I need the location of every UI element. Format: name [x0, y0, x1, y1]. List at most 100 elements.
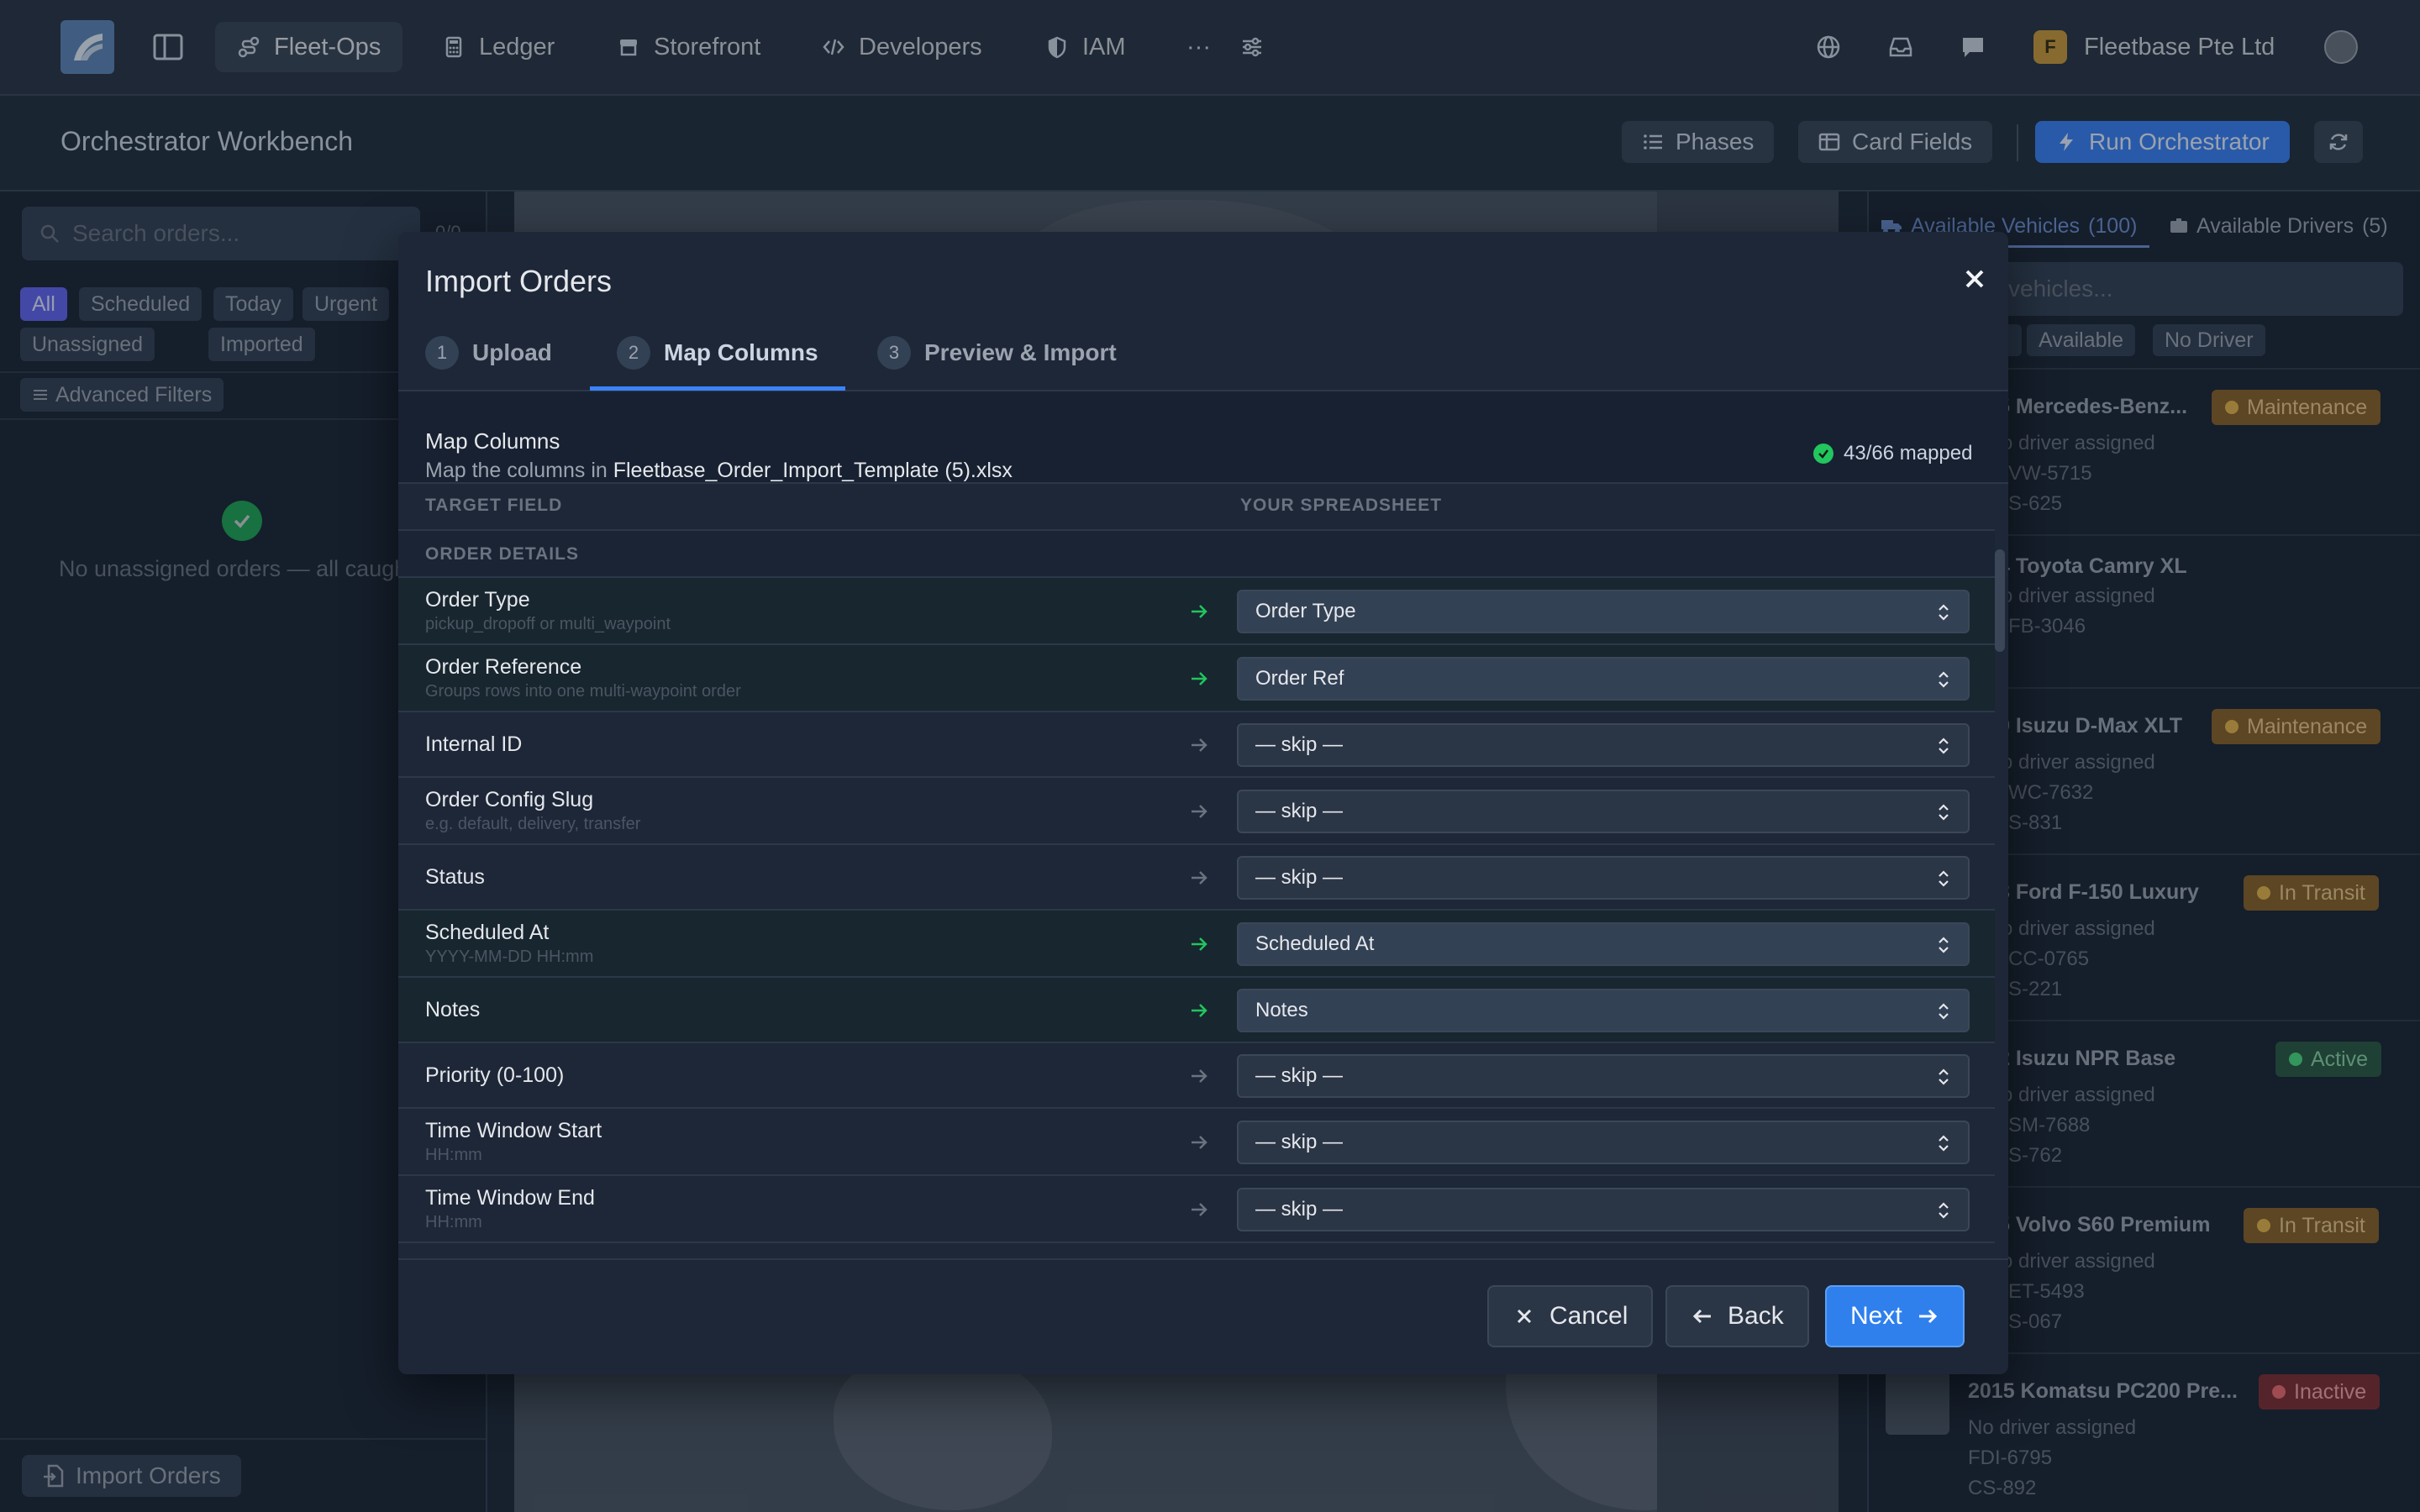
mapping-row: Order Reference Groups rows into one mult…: [398, 645, 1995, 712]
next-label: Next: [1850, 1302, 1902, 1330]
col-target-field: TARGET FIELD: [425, 496, 563, 515]
step-label: Map Columns: [664, 339, 818, 365]
select-value: — skip —: [1255, 733, 1344, 756]
select-value: Order Type: [1255, 600, 1356, 622]
arrow-left-icon: [1692, 1309, 1711, 1324]
target-field-hint: HH:mm: [425, 1213, 482, 1231]
col-your-spreadsheet: YOUR SPREADSHEET: [1240, 496, 1443, 515]
spreadsheet-column-select[interactable]: — skip —: [1237, 790, 1970, 833]
mapping-row: Status — skip —: [398, 845, 1995, 911]
select-value: — skip —: [1255, 866, 1344, 889]
select-value: — skip —: [1255, 1198, 1344, 1221]
chevron-updown-icon: [1939, 804, 1949, 821]
section-label: ORDER DETAILS: [425, 544, 579, 564]
active-step-underline: [590, 386, 845, 391]
mapping-row: Order Type pickup_dropoff or multi_waypoi…: [398, 578, 1995, 645]
close-icon[interactable]: [1961, 265, 1988, 292]
arrow-right-icon: [1192, 1004, 1207, 1017]
spreadsheet-column-select[interactable]: — skip —: [1237, 1188, 1970, 1231]
arrow-right-icon: [1192, 871, 1207, 885]
step-map-columns[interactable]: 2 Map Columns: [617, 316, 818, 390]
target-field-name: Order Reference: [425, 655, 582, 679]
file-name: Fleetbase_Order_Import_Template (5).xlsx: [613, 459, 1013, 482]
arrow-right-icon: [1192, 672, 1207, 685]
step-label: Preview & Import: [924, 339, 1117, 365]
select-value: — skip —: [1255, 1064, 1344, 1087]
step-preview-import[interactable]: 3 Preview & Import: [877, 316, 1117, 390]
modal-title: Import Orders: [425, 264, 613, 298]
cancel-button[interactable]: Cancel: [1487, 1285, 1654, 1347]
close-icon: [1517, 1309, 1532, 1324]
mapping-row: Priority (0-100) — skip —: [398, 1043, 1995, 1109]
arrow-right-icon: [1192, 1069, 1207, 1083]
step-upload[interactable]: 1 Upload: [425, 316, 552, 390]
chevron-updown-icon: [1939, 1202, 1949, 1219]
scrollbar[interactable]: [1995, 549, 2005, 652]
spreadsheet-column-select[interactable]: — skip —: [1237, 723, 1970, 767]
target-field-name: Internal ID: [425, 732, 523, 756]
target-field-name: Time Window End: [425, 1186, 595, 1210]
select-value: — skip —: [1255, 800, 1344, 822]
chevron-updown-icon: [1939, 671, 1949, 688]
step-number: 3: [877, 336, 911, 370]
target-field-name: Status: [425, 865, 485, 889]
chevron-updown-icon: [1939, 937, 1949, 953]
stepper: 1 Upload 2 Map Columns 3 Preview & Impor…: [398, 316, 2008, 391]
arrow-right-icon: [1192, 605, 1207, 618]
arrow-right-icon: [1192, 805, 1207, 818]
chevron-updown-icon: [1939, 1135, 1949, 1152]
target-field-hint: pickup_dropoff or multi_waypoint: [425, 615, 671, 633]
mapped-count: 43/66 mapped: [1813, 442, 1972, 465]
map-columns-subtitle: Map the columns in Fleetbase_Order_Impor…: [425, 459, 1013, 483]
target-field-name: Notes: [425, 998, 481, 1021]
mapping-row: Notes Notes: [398, 978, 1995, 1043]
back-button[interactable]: Back: [1665, 1285, 1809, 1347]
arrow-right-icon: [1192, 738, 1207, 752]
section-order-details: ORDER DETAILS: [398, 531, 1995, 578]
next-button[interactable]: Next: [1825, 1285, 1965, 1347]
step-number: 2: [617, 336, 650, 370]
target-field-hint: YYYY-MM-DD HH:mm: [425, 948, 594, 966]
mapping-row: Time Window Start HH:mm — skip —: [398, 1109, 1995, 1176]
spreadsheet-column-select[interactable]: Order Type: [1237, 590, 1970, 633]
spreadsheet-column-select[interactable]: — skip —: [1237, 1121, 1970, 1164]
chevron-updown-icon: [1939, 1068, 1949, 1085]
import-orders-modal: Import Orders 1 Upload 2 Map Columns 3 P…: [398, 232, 2008, 1374]
target-field-name: Time Window Start: [425, 1119, 602, 1142]
check-circle-icon: [1813, 444, 1833, 464]
chevron-updown-icon: [1939, 604, 1949, 621]
chevron-updown-icon: [1939, 1003, 1949, 1020]
select-value: Order Ref: [1255, 667, 1344, 690]
mapping-row: Internal ID — skip —: [398, 712, 1995, 778]
target-field-hint: HH:mm: [425, 1146, 482, 1164]
arrow-right-icon: [1192, 1203, 1207, 1216]
subtitle-prefix: Map the columns in: [425, 459, 608, 482]
mapping-row: Time Window End HH:mm — skip —: [398, 1176, 1995, 1243]
target-field-name: Order Config Slug: [425, 788, 594, 811]
target-field-name: Priority (0-100): [425, 1063, 565, 1087]
target-field-name: Scheduled At: [425, 921, 550, 944]
select-value: Scheduled At: [1255, 932, 1375, 955]
select-value: — skip —: [1255, 1131, 1344, 1153]
back-label: Back: [1728, 1302, 1784, 1330]
chevron-updown-icon: [1939, 738, 1949, 754]
mapped-count-label: 43/66 mapped: [1844, 442, 1973, 465]
mapping-row: Scheduled At YYYY-MM-DD HH:mm Scheduled At: [398, 911, 1995, 978]
arrow-right-icon: [1192, 1136, 1207, 1149]
mapping-row: Order Config Slug e.g. default, delivery,…: [398, 778, 1995, 845]
arrow-right-icon: [1918, 1309, 1937, 1324]
arrow-right-icon: [1192, 937, 1207, 951]
select-value: Notes: [1255, 999, 1308, 1021]
spreadsheet-column-select[interactable]: Notes: [1237, 989, 1970, 1032]
spreadsheet-column-select[interactable]: — skip —: [1237, 1054, 1970, 1098]
target-field-hint: e.g. default, delivery, transfer: [425, 815, 641, 833]
target-field-hint: Groups rows into one multi-waypoint orde…: [425, 682, 741, 701]
cancel-label: Cancel: [1549, 1302, 1628, 1330]
map-columns-title: Map Columns: [425, 428, 560, 454]
chevron-updown-icon: [1939, 870, 1949, 887]
spreadsheet-column-select[interactable]: — skip —: [1237, 856, 1970, 900]
spreadsheet-column-select[interactable]: Scheduled At: [1237, 922, 1970, 966]
step-number: 1: [425, 336, 459, 370]
spreadsheet-column-select[interactable]: Order Ref: [1237, 657, 1970, 701]
target-field-name: Order Type: [425, 588, 530, 612]
